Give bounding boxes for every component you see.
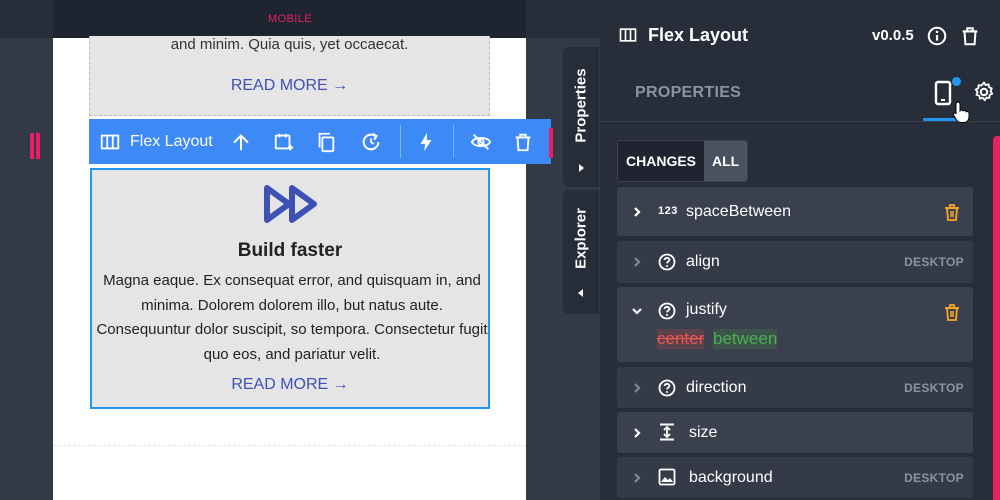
caret-left-icon	[578, 289, 583, 297]
flex-layout-icon	[619, 28, 637, 42]
tab-explorer[interactable]: Explorer	[563, 190, 599, 314]
changes-filter: CHANGES ALL	[617, 140, 749, 182]
delete-icon[interactable]	[959, 25, 981, 47]
editor-canvas: MOBILE and minim. Quia quis, yet occaeca…	[0, 0, 600, 500]
help-circle-icon	[658, 253, 676, 271]
panel-title: Flex Layout	[648, 25, 749, 45]
property-name: align	[686, 253, 720, 270]
property-row-size[interactable]: size	[617, 412, 973, 453]
breakpoint-tag: DESKTOP	[904, 381, 964, 395]
refresh-icon[interactable]	[358, 129, 384, 155]
trash-icon[interactable]	[944, 303, 960, 321]
preview-frame: and minim. Quia quis, yet occaecat. READ…	[53, 36, 526, 500]
add-after-icon[interactable]	[271, 129, 297, 155]
resize-handle-left[interactable]	[30, 133, 34, 159]
toolbar-separator	[453, 125, 454, 158]
help-circle-icon	[658, 379, 676, 397]
gear-icon[interactable]	[972, 80, 996, 104]
side-tabs: Properties Explorer	[563, 47, 599, 314]
chevron-right-icon[interactable]	[631, 427, 643, 439]
section-divider	[53, 445, 526, 446]
vertical-size-icon	[660, 423, 674, 441]
changes-indicator	[952, 77, 961, 86]
property-name: justify	[686, 301, 727, 318]
duplicate-icon[interactable]	[313, 129, 339, 155]
caret-right-icon	[579, 164, 584, 172]
breakpoint-tag: DESKTOP	[904, 471, 964, 485]
tab-explorer-label: Explorer	[572, 208, 590, 269]
panel-header: Flex Layout v0.0.5	[600, 0, 1000, 72]
filter-changes-button[interactable]: CHANGES	[618, 141, 705, 181]
property-name: direction	[686, 379, 747, 396]
card-title: Build faster	[237, 240, 343, 261]
actions-bolt-icon[interactable]	[413, 129, 439, 155]
diff-added-value: between	[713, 329, 778, 349]
tab-properties-label: Properties	[572, 68, 590, 143]
app-root: MOBILE and minim. Quia quis, yet occaeca…	[0, 0, 1000, 500]
chevron-right-icon[interactable]	[631, 382, 643, 394]
device-bar: MOBILE	[0, 0, 600, 38]
image-icon	[658, 468, 676, 486]
help-circle-icon	[658, 302, 676, 320]
property-name: spaceBetween	[686, 203, 791, 220]
trash-icon[interactable]	[944, 203, 960, 221]
property-row-justify[interactable]: justify center between	[617, 287, 973, 362]
hand-cursor-icon	[952, 101, 970, 123]
diff-removed-value: center	[657, 329, 705, 349]
card-body: Magna eaque. Ex consequat error, and qui…	[96, 272, 488, 363]
property-name: size	[689, 424, 718, 441]
feature-card-selected[interactable]: Build faster Magna eaque. Ex consequat e…	[90, 168, 490, 409]
panel-scrollbar[interactable]	[993, 136, 1000, 500]
device-label: MOBILE	[268, 13, 312, 25]
version-label: v0.0.5	[872, 27, 914, 44]
chevron-down-icon[interactable]	[631, 305, 643, 317]
element-toolbar: Flex Layout	[89, 119, 551, 164]
info-icon[interactable]	[926, 25, 948, 47]
chevron-right-icon[interactable]	[631, 256, 643, 268]
property-row-spacebetween[interactable]: 123 spaceBetween	[617, 187, 973, 236]
chevron-right-icon[interactable]	[631, 206, 643, 218]
fast-forward-icon	[264, 185, 317, 223]
property-row-direction[interactable]: direction DESKTOP	[617, 367, 973, 408]
move-up-icon[interactable]	[228, 129, 254, 155]
resize-handle-left-inner[interactable]	[36, 133, 40, 159]
flex-layout-icon	[97, 129, 123, 155]
property-row-align[interactable]: align DESKTOP	[617, 241, 973, 283]
properties-heading: PROPERTIES	[635, 84, 742, 101]
read-more-link[interactable]: READ MORE →	[92, 376, 488, 394]
chevron-right-icon[interactable]	[631, 472, 643, 484]
filter-all-button[interactable]: ALL	[704, 141, 748, 181]
card-text: and minim. Quia quis, yet occaecat.	[170, 36, 409, 53]
toolbar-label: Flex Layout	[130, 133, 213, 150]
feature-card-previous[interactable]: and minim. Quia quis, yet occaecat. READ…	[89, 36, 490, 116]
panel-tabs: PROPERTIES	[600, 72, 1000, 123]
property-name: background	[689, 469, 773, 486]
read-more-link[interactable]: READ MORE →	[90, 77, 489, 95]
tab-properties[interactable]: Properties	[563, 47, 599, 187]
hide-icon[interactable]	[468, 129, 494, 155]
delete-icon[interactable]	[510, 129, 536, 155]
number-type-icon: 123	[658, 205, 678, 217]
breakpoint-tag: DESKTOP	[904, 255, 964, 269]
property-row-background[interactable]: background DESKTOP	[617, 457, 973, 498]
resize-handle-right[interactable]	[549, 128, 553, 158]
toolbar-separator	[400, 125, 401, 158]
